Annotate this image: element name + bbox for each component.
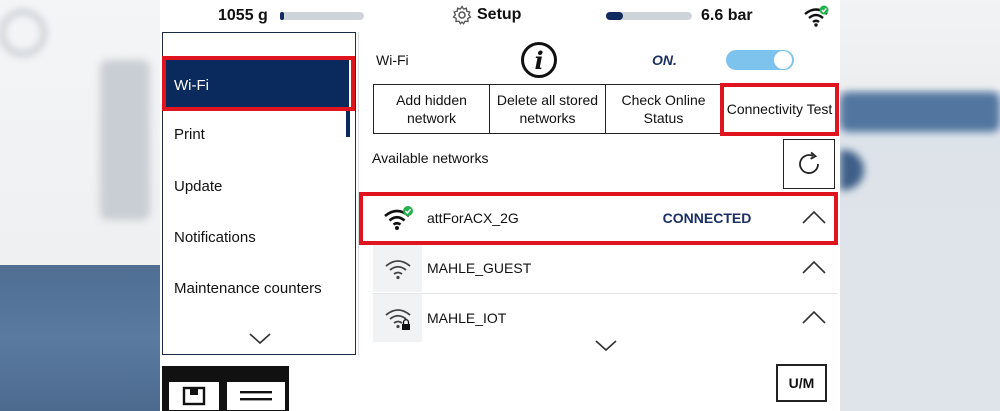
- pressure-bar: [606, 12, 692, 20]
- pressure-readout: 6.6 bar: [701, 7, 753, 24]
- network-ssid: MAHLE_GUEST: [427, 260, 532, 276]
- background-left: [0, 0, 160, 411]
- wifi-connected-icon: [804, 5, 829, 27]
- background-circle-shape: [0, 10, 46, 56]
- background-right: [840, 0, 1000, 411]
- network-row[interactable]: attForACX_2G CONNECTED: [373, 194, 838, 242]
- background-device-shape: [100, 60, 150, 220]
- menu-item-label: Print: [174, 125, 205, 143]
- info-icon[interactable]: i: [521, 42, 557, 78]
- chevron-up-icon[interactable]: [802, 310, 826, 324]
- units-button[interactable]: U/M: [776, 364, 827, 402]
- network-ssid: MAHLE_IOT: [427, 310, 507, 326]
- signal-cell: [373, 294, 422, 342]
- check-online-status-button[interactable]: Check Online Status: [606, 85, 722, 133]
- weight-bar-fill: [280, 12, 285, 20]
- action-buttons: Add hidden network Delete all stored net…: [373, 84, 838, 134]
- chevron-down-icon[interactable]: [249, 333, 271, 345]
- menu-item-label: Wi-Fi: [174, 76, 209, 94]
- network-row[interactable]: MAHLE_GUEST: [373, 244, 838, 292]
- chevron-up-icon[interactable]: [802, 260, 826, 274]
- menu-item-label: Notifications: [174, 228, 256, 246]
- wifi-label: Wi-Fi: [376, 52, 409, 68]
- chevron-down-icon[interactable]: [595, 340, 617, 352]
- page-title: Setup: [477, 6, 522, 23]
- signal-cell: [373, 194, 422, 242]
- wifi-state-label: ON.: [652, 52, 677, 68]
- wifi-icon: [384, 260, 411, 280]
- signal-cell: [373, 244, 422, 292]
- menu-item-label: Update: [174, 177, 223, 195]
- setup-title: Setup: [452, 5, 521, 25]
- wifi-panel: Wi-Fi i ON. Add hidden network Delete al…: [358, 32, 840, 355]
- device-screen: 1055 g Setup 6.6 bar Wi-Fi Print Update: [160, 0, 840, 411]
- weight-bar: [280, 12, 364, 20]
- connected-status: CONNECTED: [662, 210, 752, 226]
- save-button[interactable]: [168, 381, 220, 411]
- background-bar-shape: [840, 92, 1000, 132]
- network-ssid: attForACX_2G: [427, 210, 519, 226]
- network-row[interactable]: MAHLE_IOT: [373, 294, 838, 342]
- refresh-button[interactable]: [783, 139, 835, 189]
- toggle-knob: [774, 51, 792, 69]
- menu-button[interactable]: [226, 381, 286, 411]
- settings-gear-icon: [452, 5, 472, 25]
- menu-item-update[interactable]: Update: [163, 160, 349, 212]
- menu-scrollbar[interactable]: [346, 111, 350, 137]
- pressure-bar-fill: [606, 12, 624, 20]
- wifi-lock-icon: [384, 309, 411, 330]
- settings-menu: Wi-Fi Print Update Notifications Mainten…: [162, 32, 356, 355]
- chevron-up-icon[interactable]: [802, 210, 826, 224]
- save-icon: [182, 386, 206, 406]
- menu-item-print[interactable]: Print: [163, 108, 349, 160]
- refresh-icon: [799, 151, 819, 174]
- menu-item-wifi[interactable]: Wi-Fi: [163, 59, 349, 111]
- menu-item-maintenance-counters[interactable]: Maintenance counters: [163, 262, 349, 314]
- menu-item-notifications[interactable]: Notifications: [163, 211, 349, 263]
- menu-item-label: Maintenance counters: [174, 279, 322, 297]
- connectivity-test-button[interactable]: Connectivity Test: [722, 85, 837, 133]
- add-hidden-network-button[interactable]: Add hidden network: [374, 85, 490, 133]
- wifi-connected-icon: [383, 206, 413, 230]
- available-networks-label: Available networks: [372, 150, 489, 166]
- delete-all-networks-button[interactable]: Delete all stored networks: [490, 85, 606, 133]
- status-bar: 1055 g Setup 6.6 bar: [160, 0, 840, 32]
- weight-readout: 1055 g: [218, 7, 268, 24]
- wifi-toggle[interactable]: [726, 50, 794, 70]
- background-pill-shape: [840, 150, 864, 190]
- menu-icon: [240, 391, 272, 401]
